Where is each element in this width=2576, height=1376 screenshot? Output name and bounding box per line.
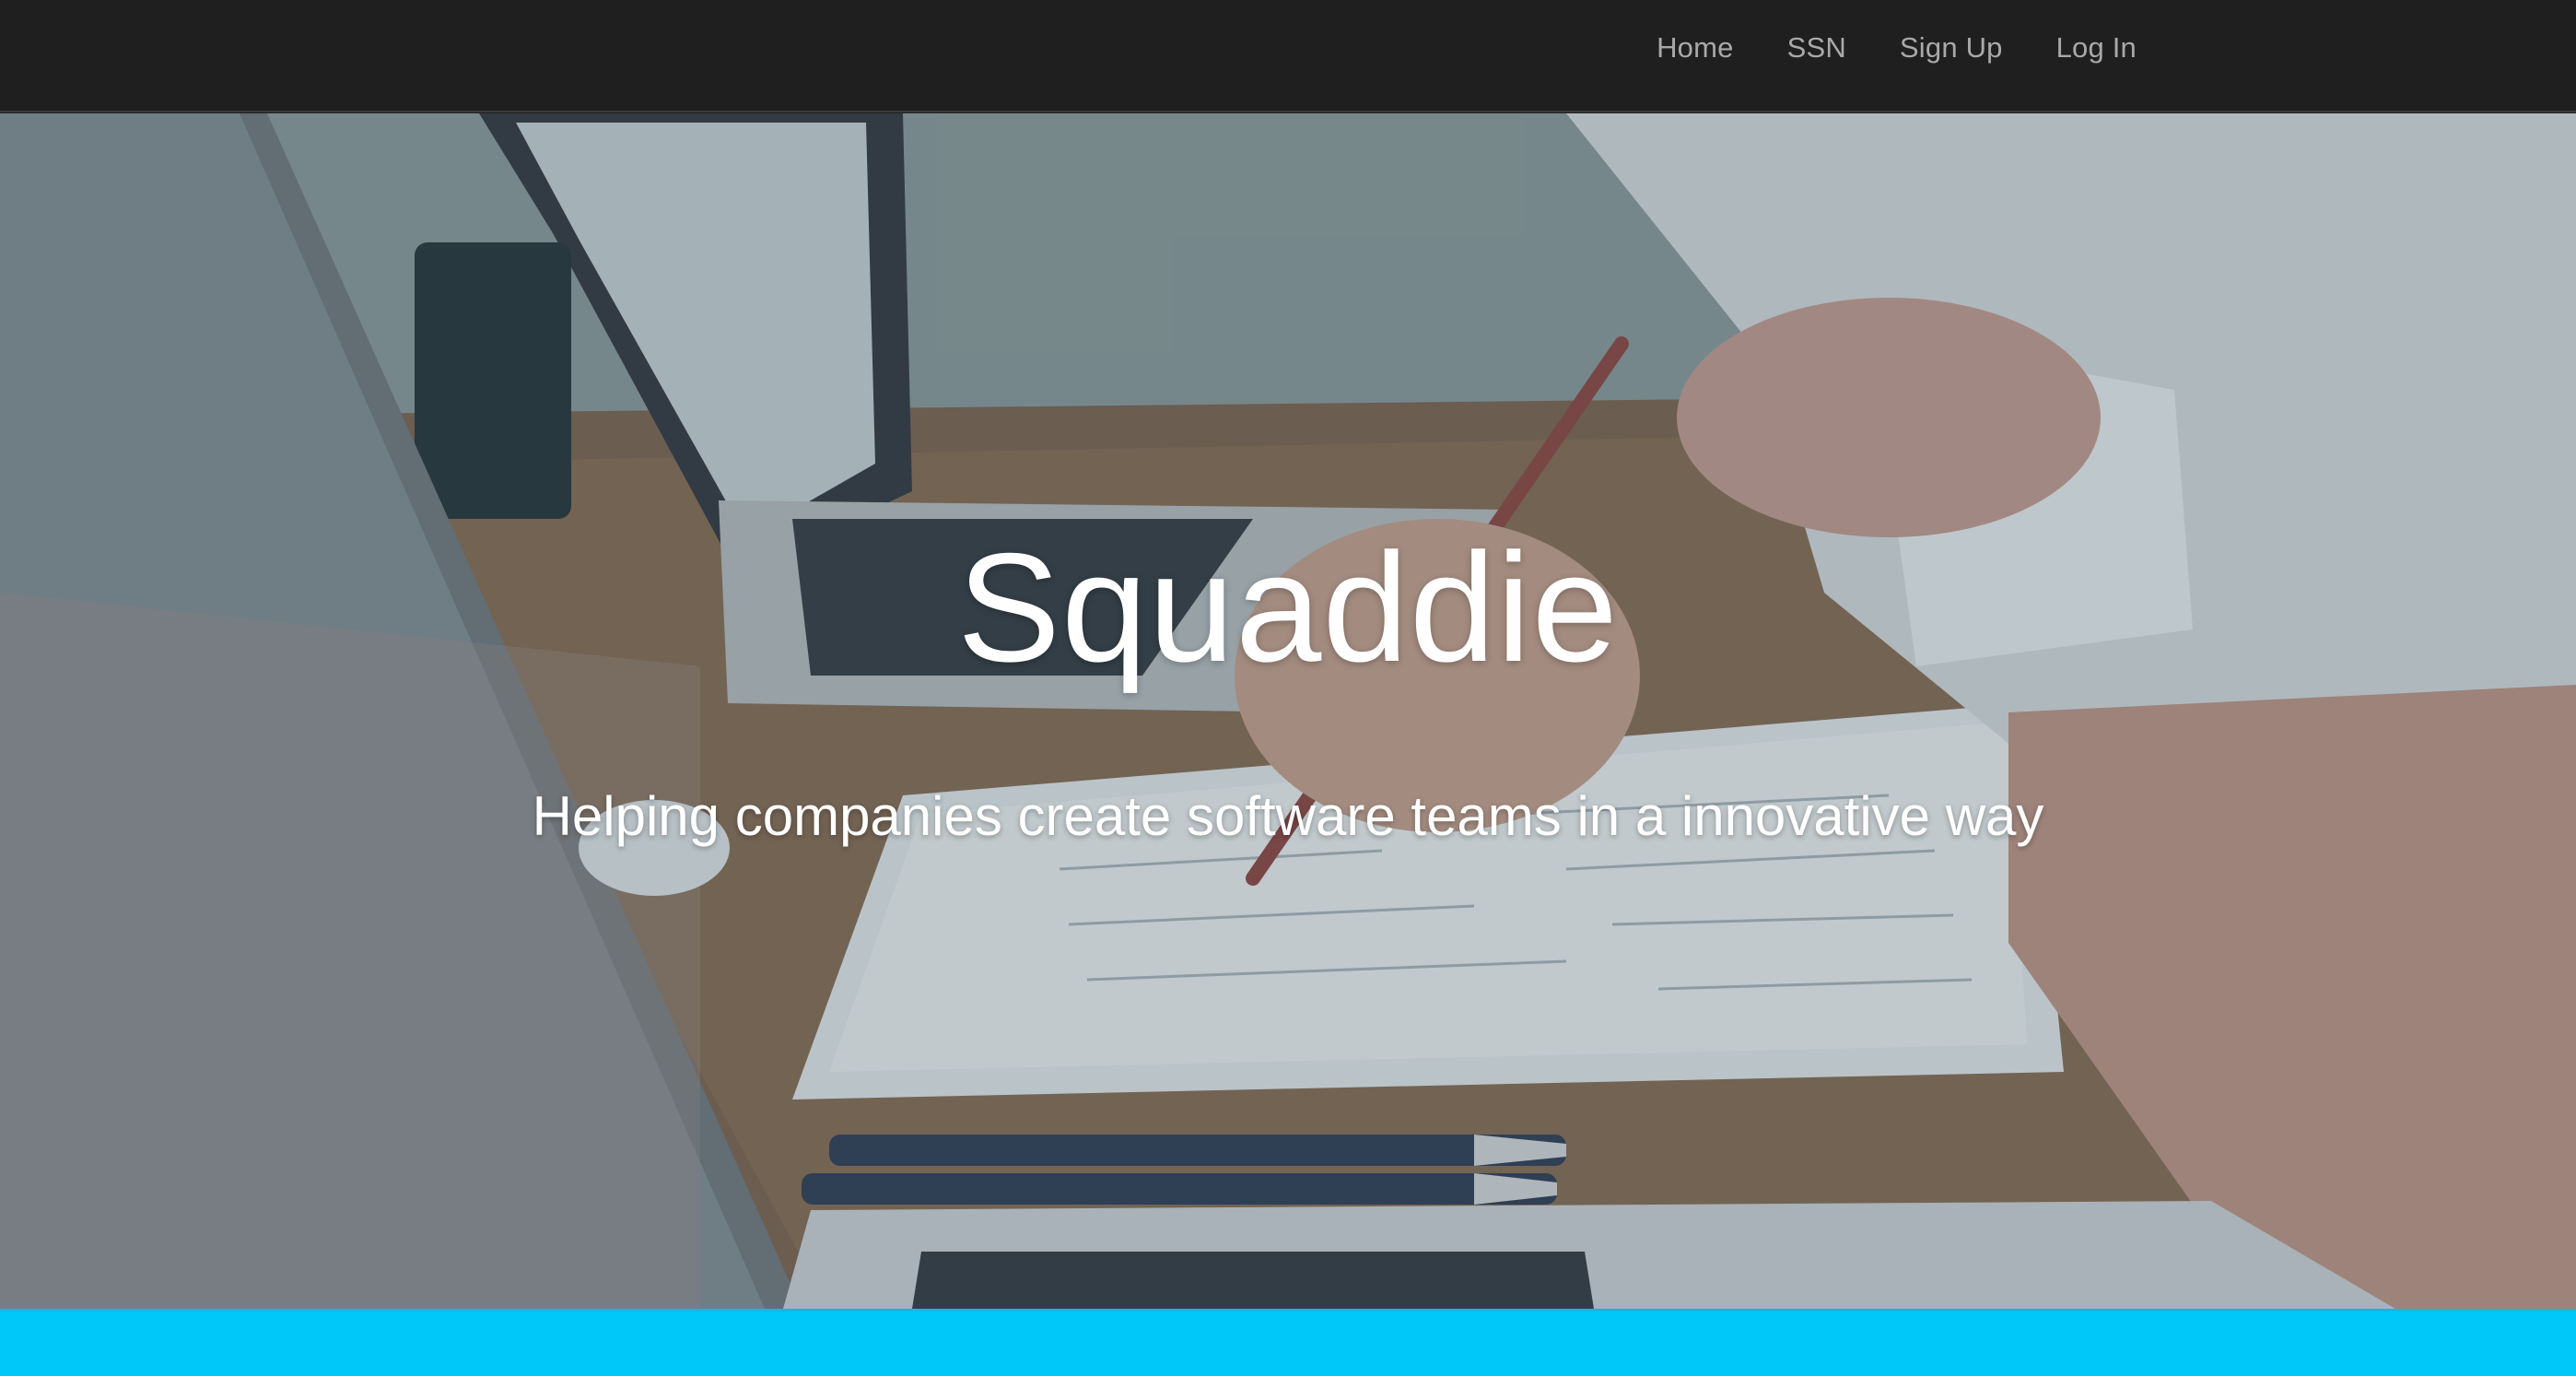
hero-title: Squaddie [957, 521, 1619, 694]
top-navbar: Home SSN Sign Up Log In [0, 0, 2576, 112]
nav-links: Home SSN Sign Up Log In [1657, 0, 2137, 96]
hero-subtitle: Helping companies create software teams … [532, 785, 2044, 847]
nav-signup-link[interactable]: Sign Up [1900, 31, 2003, 65]
nav-login-link[interactable]: Log In [2056, 31, 2137, 65]
nav-home-link[interactable]: Home [1657, 31, 1734, 65]
hero-overlay [0, 113, 2576, 1309]
nav-ssn-link[interactable]: SSN [1787, 31, 1846, 65]
footer-accent-bar [0, 1309, 2576, 1376]
hero-section: Squaddie Helping companies create softwa… [0, 113, 2576, 1309]
